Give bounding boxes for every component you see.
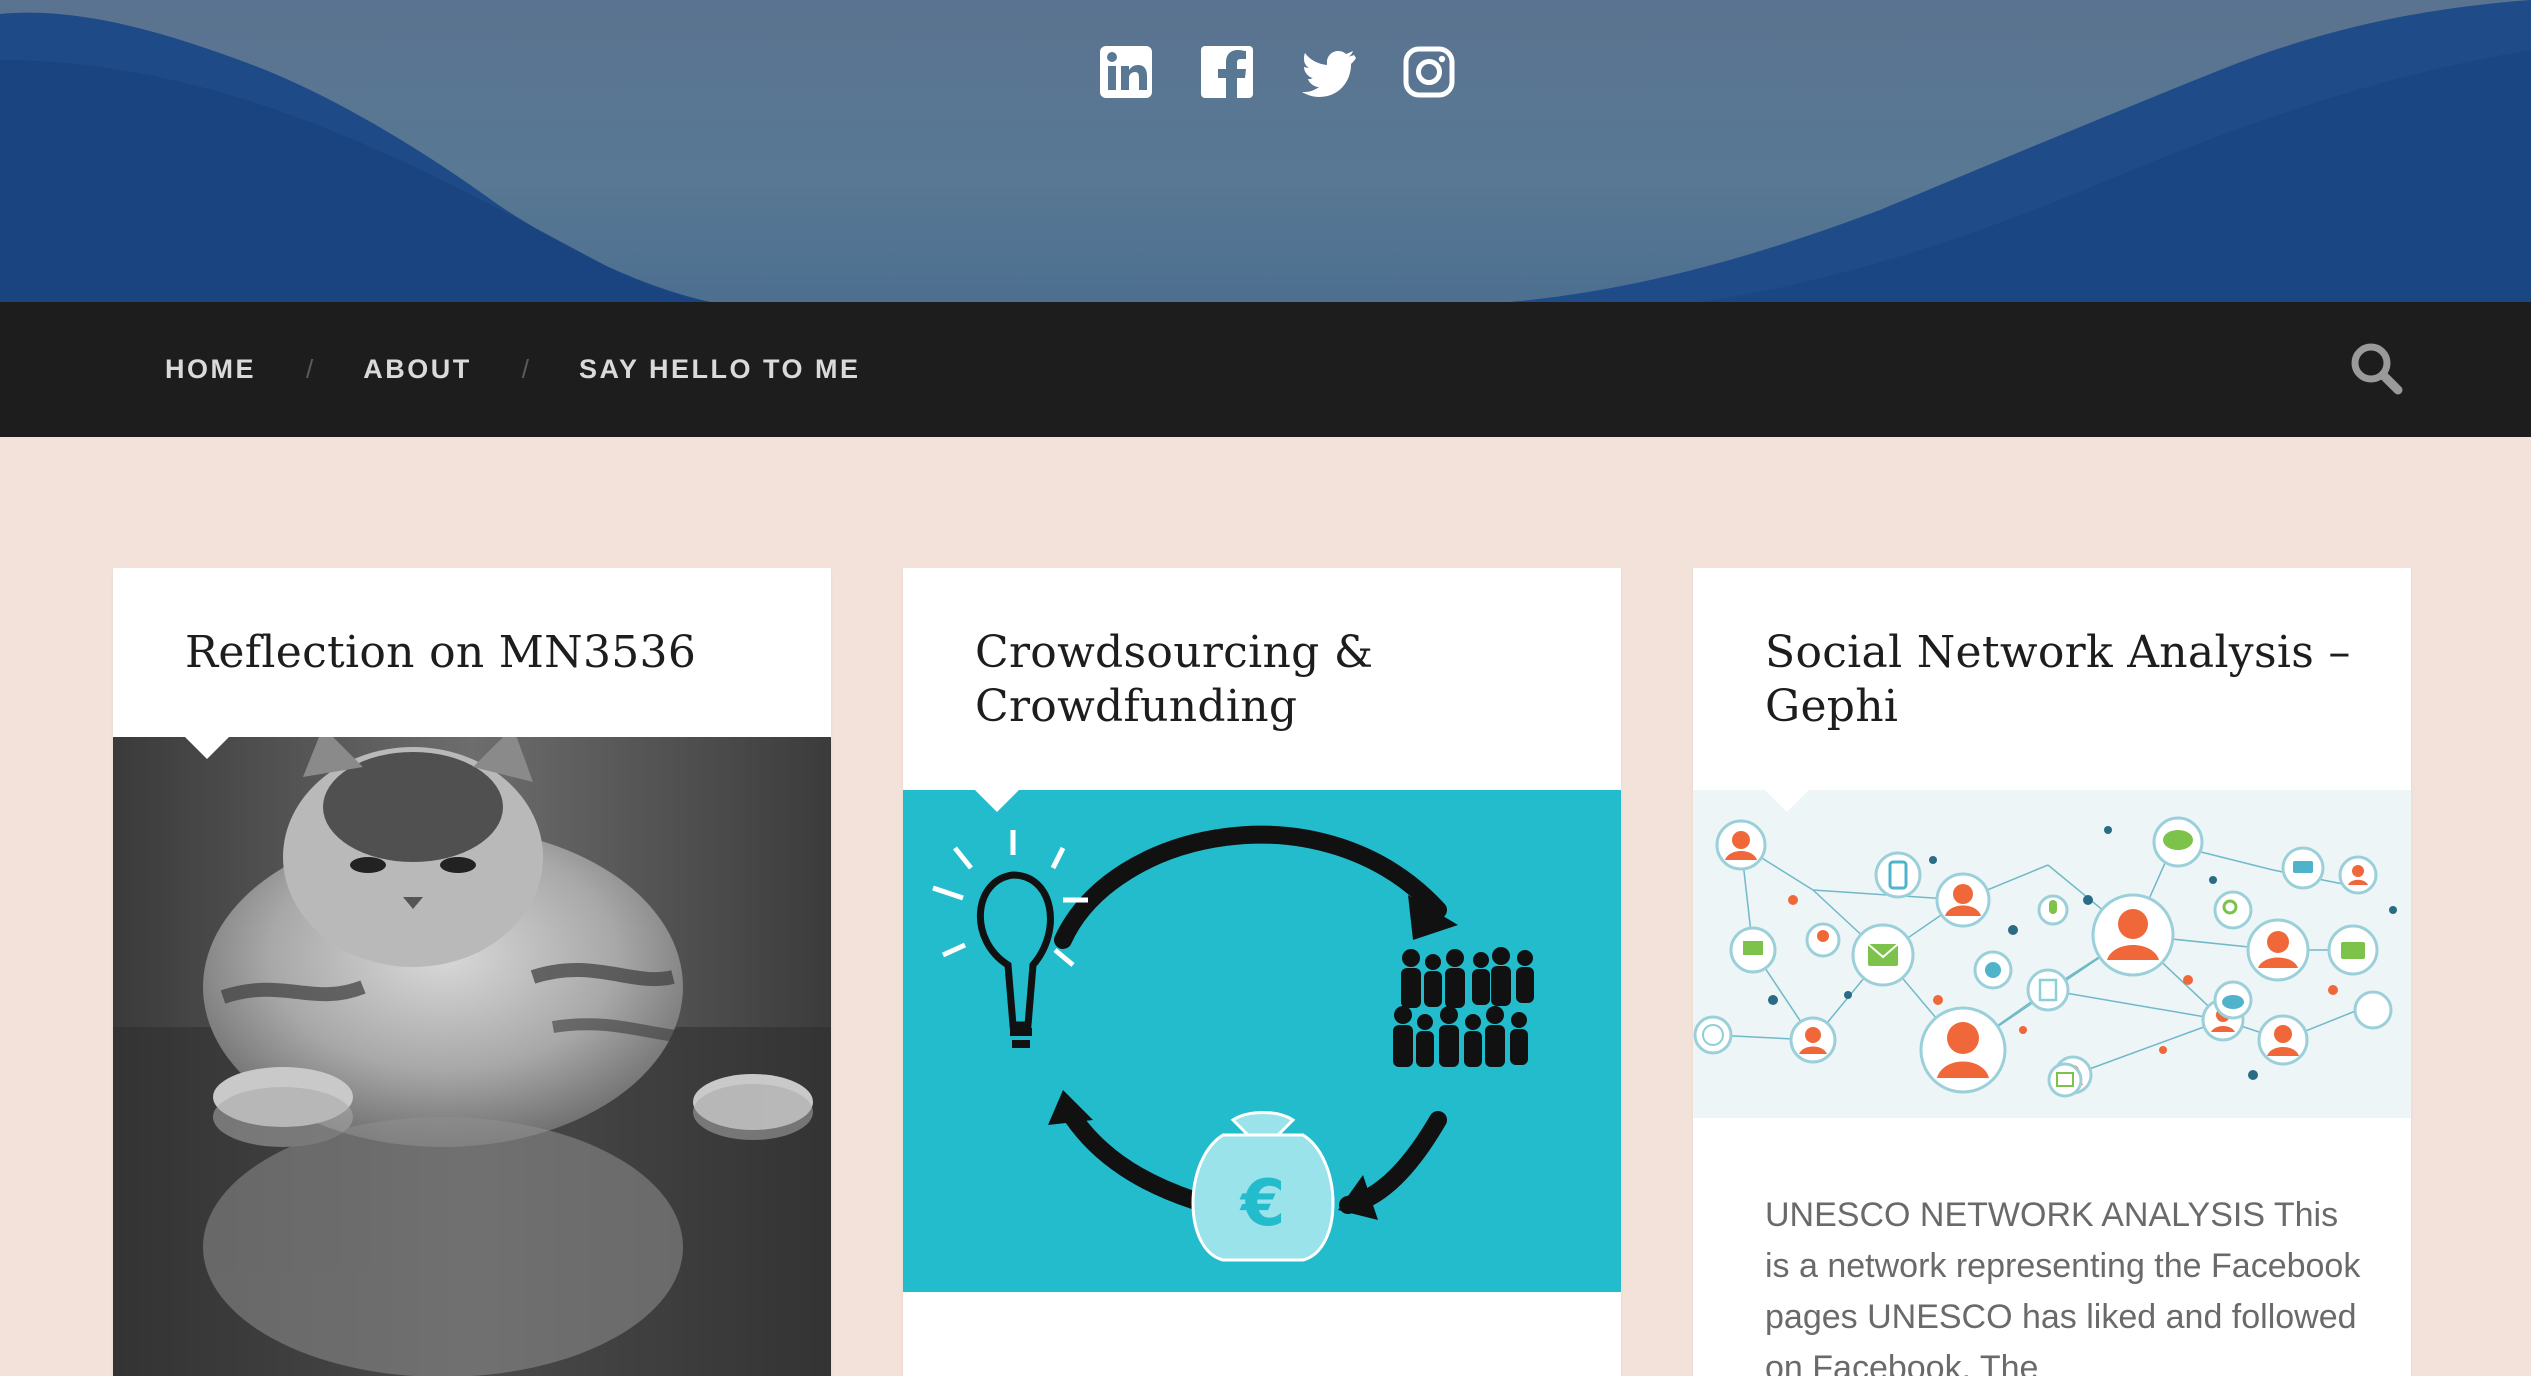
post-title[interactable]: Crowdsourcing & Crowdfunding — [975, 626, 1575, 734]
post-title[interactable]: Social Network Analysis – Gephi — [1765, 626, 2365, 734]
image-notch — [975, 790, 1019, 812]
image-notch — [185, 737, 229, 759]
site-header — [0, 0, 2531, 302]
twitter-icon[interactable] — [1300, 44, 1356, 100]
crowdfunding-cycle-image[interactable]: € — [903, 790, 1621, 1292]
post-card[interactable]: Crowdsourcing & Crowdfunding € — [903, 568, 1621, 1376]
social-links — [1098, 44, 1457, 100]
linkedin-icon[interactable] — [1098, 44, 1154, 100]
main-navigation: HOME / ABOUT / SAY HELLO TO ME — [0, 302, 2531, 437]
post-card[interactable]: Social Network Analysis – Gephi UNESCO N… — [1693, 568, 2411, 1376]
nav-item-about[interactable]: ABOUT — [363, 354, 472, 385]
facebook-icon[interactable] — [1199, 44, 1255, 100]
instagram-icon[interactable] — [1401, 44, 1457, 100]
post-excerpt: UNESCO NETWORK ANALYSIS This is a networ… — [1765, 1196, 2361, 1376]
social-network-graph-image[interactable] — [1693, 790, 2411, 1118]
nav-item-home[interactable]: HOME — [165, 354, 256, 385]
kitten-reflection-image[interactable] — [113, 737, 831, 1376]
nav-item-say-hello[interactable]: SAY HELLO TO ME — [579, 354, 861, 385]
image-notch — [1765, 790, 1809, 812]
post-title[interactable]: Reflection on MN3536 — [185, 626, 785, 680]
nav-menu: HOME / ABOUT / SAY HELLO TO ME — [165, 302, 861, 437]
svg-text:€: € — [1239, 1167, 1286, 1241]
nav-separator: / — [306, 354, 314, 384]
nav-separator: / — [521, 354, 529, 384]
search-icon[interactable] — [2348, 340, 2404, 396]
post-card[interactable]: Reflection on MN3536 — [113, 568, 831, 1376]
